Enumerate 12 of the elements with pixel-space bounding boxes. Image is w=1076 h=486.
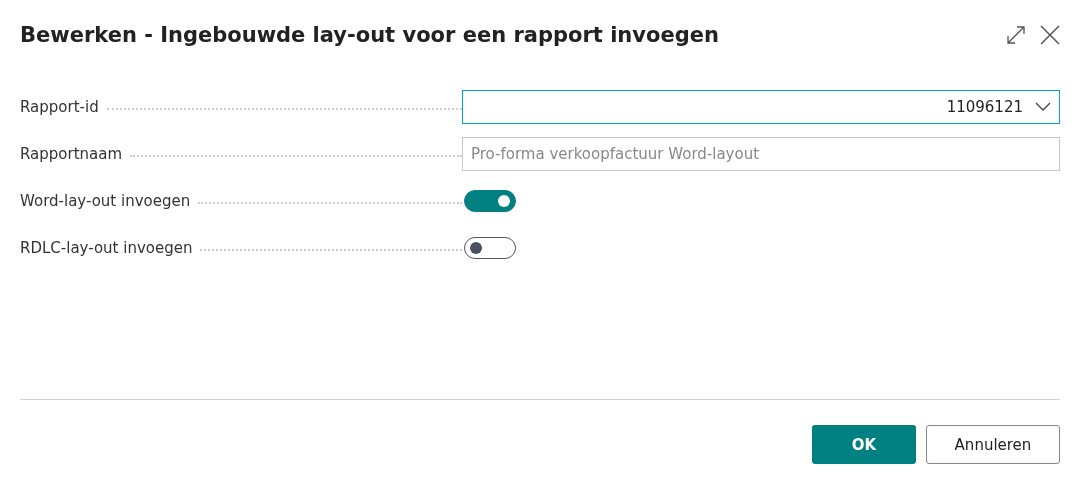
toggle-switch[interactable] [464,189,516,212]
chevron-down-icon [1035,101,1051,112]
field-label: Word-lay-out invoegen [20,191,191,210]
close-icon[interactable] [1040,25,1060,45]
ok-button[interactable]: OK [812,425,916,464]
cancel-button[interactable]: Annuleren [926,425,1060,464]
field-label: Rapport-id [20,97,99,116]
dialog-title: Bewerken - Ingebouwde lay-out voor een rapport invoegen [20,23,719,47]
dropdown-field[interactable]: 11096121 [462,89,1060,124]
expand-icon[interactable] [1006,25,1026,45]
field-label: Rapportnaam [20,144,123,163]
field-label: RDLC-lay-out invoegen [20,238,193,257]
